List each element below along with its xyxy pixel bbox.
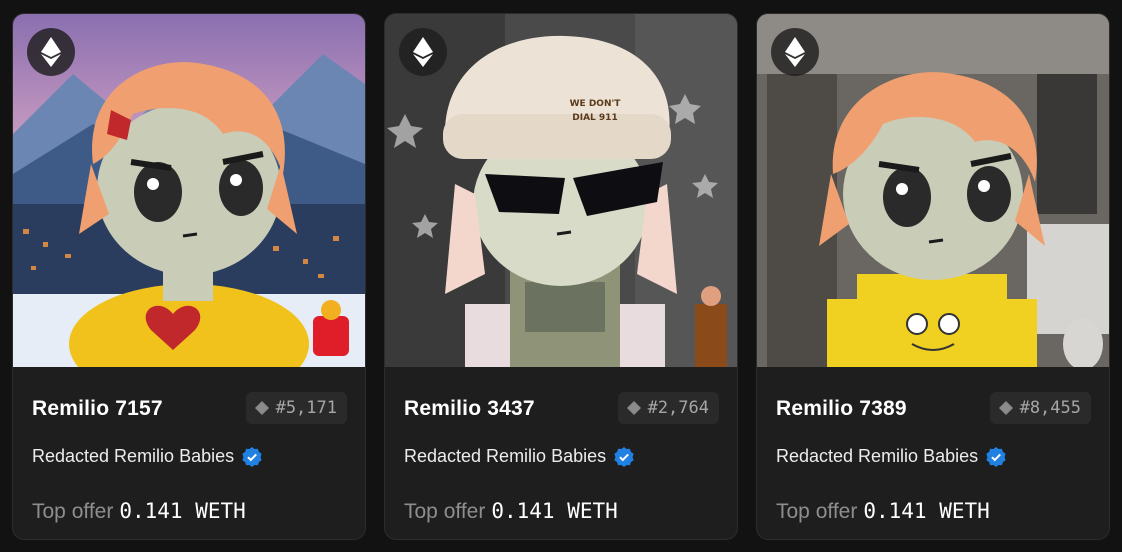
nft-name[interactable]: Remilio 7389: [776, 397, 907, 421]
nft-card[interactable]: Remilio 7157 #5,171 Redacted Remilio Bab…: [12, 13, 366, 540]
ethereum-icon: [399, 28, 447, 76]
collection-link[interactable]: Redacted Remilio Babies: [404, 446, 634, 467]
nft-info: Remilio 3437 #2,764 Redacted Remilio Bab…: [385, 367, 737, 539]
top-offer-value: 0.141 WETH: [491, 499, 618, 523]
collection-link[interactable]: Redacted Remilio Babies: [776, 446, 1006, 467]
ethereum-icon: [771, 28, 819, 76]
collection-name: Redacted Remilio Babies: [776, 446, 979, 466]
nft-card-grid: Remilio 7157 #5,171 Redacted Remilio Bab…: [0, 0, 1122, 552]
top-offer-value: 0.141 WETH: [119, 499, 246, 523]
rarity-rank: #8,455: [1019, 398, 1081, 418]
rarity-rank: #2,764: [647, 398, 709, 418]
collection-link[interactable]: Redacted Remilio Babies: [32, 446, 262, 467]
nft-image[interactable]: WE DON'T DIAL 911: [385, 14, 737, 367]
top-offer: Top offer 0.141 WETH: [404, 499, 618, 524]
verified-badge-icon: [242, 446, 262, 467]
top-offer-value: 0.141 WETH: [863, 499, 990, 523]
rarity-rank: #5,171: [275, 398, 337, 418]
nft-image[interactable]: [757, 14, 1109, 367]
rarity-rank-badge: #8,455: [989, 392, 1091, 424]
ethereum-icon: [27, 28, 75, 76]
top-offer: Top offer 0.141 WETH: [32, 499, 246, 524]
top-offer-label: Top offer: [32, 500, 114, 523]
verified-badge-icon: [986, 446, 1006, 467]
hat-text-line-2: DIAL 911: [572, 113, 617, 123]
nft-name[interactable]: Remilio 7157: [32, 397, 163, 421]
diamond-icon: [998, 401, 1013, 415]
nft-name[interactable]: Remilio 3437: [404, 397, 535, 421]
hat-text-line-1: WE DON'T: [570, 99, 622, 109]
top-offer-label: Top offer: [776, 500, 858, 523]
nft-image[interactable]: [13, 14, 365, 367]
collection-name: Redacted Remilio Babies: [404, 446, 607, 466]
nft-card[interactable]: WE DON'T DIAL 911 Remilio 3437 #2,764 Re…: [384, 13, 738, 540]
nft-info: Remilio 7389 #8,455 Redacted Remilio Bab…: [757, 367, 1109, 539]
nft-info: Remilio 7157 #5,171 Redacted Remilio Bab…: [13, 367, 365, 539]
verified-badge-icon: [614, 446, 634, 467]
rarity-rank-badge: #5,171: [245, 392, 347, 424]
rarity-rank-badge: #2,764: [617, 392, 719, 424]
collection-name: Redacted Remilio Babies: [32, 446, 235, 466]
nft-card[interactable]: Remilio 7389 #8,455 Redacted Remilio Bab…: [756, 13, 1110, 540]
top-offer: Top offer 0.141 WETH: [776, 499, 990, 524]
diamond-icon: [254, 401, 269, 415]
top-offer-label: Top offer: [404, 500, 486, 523]
diamond-icon: [626, 401, 641, 415]
